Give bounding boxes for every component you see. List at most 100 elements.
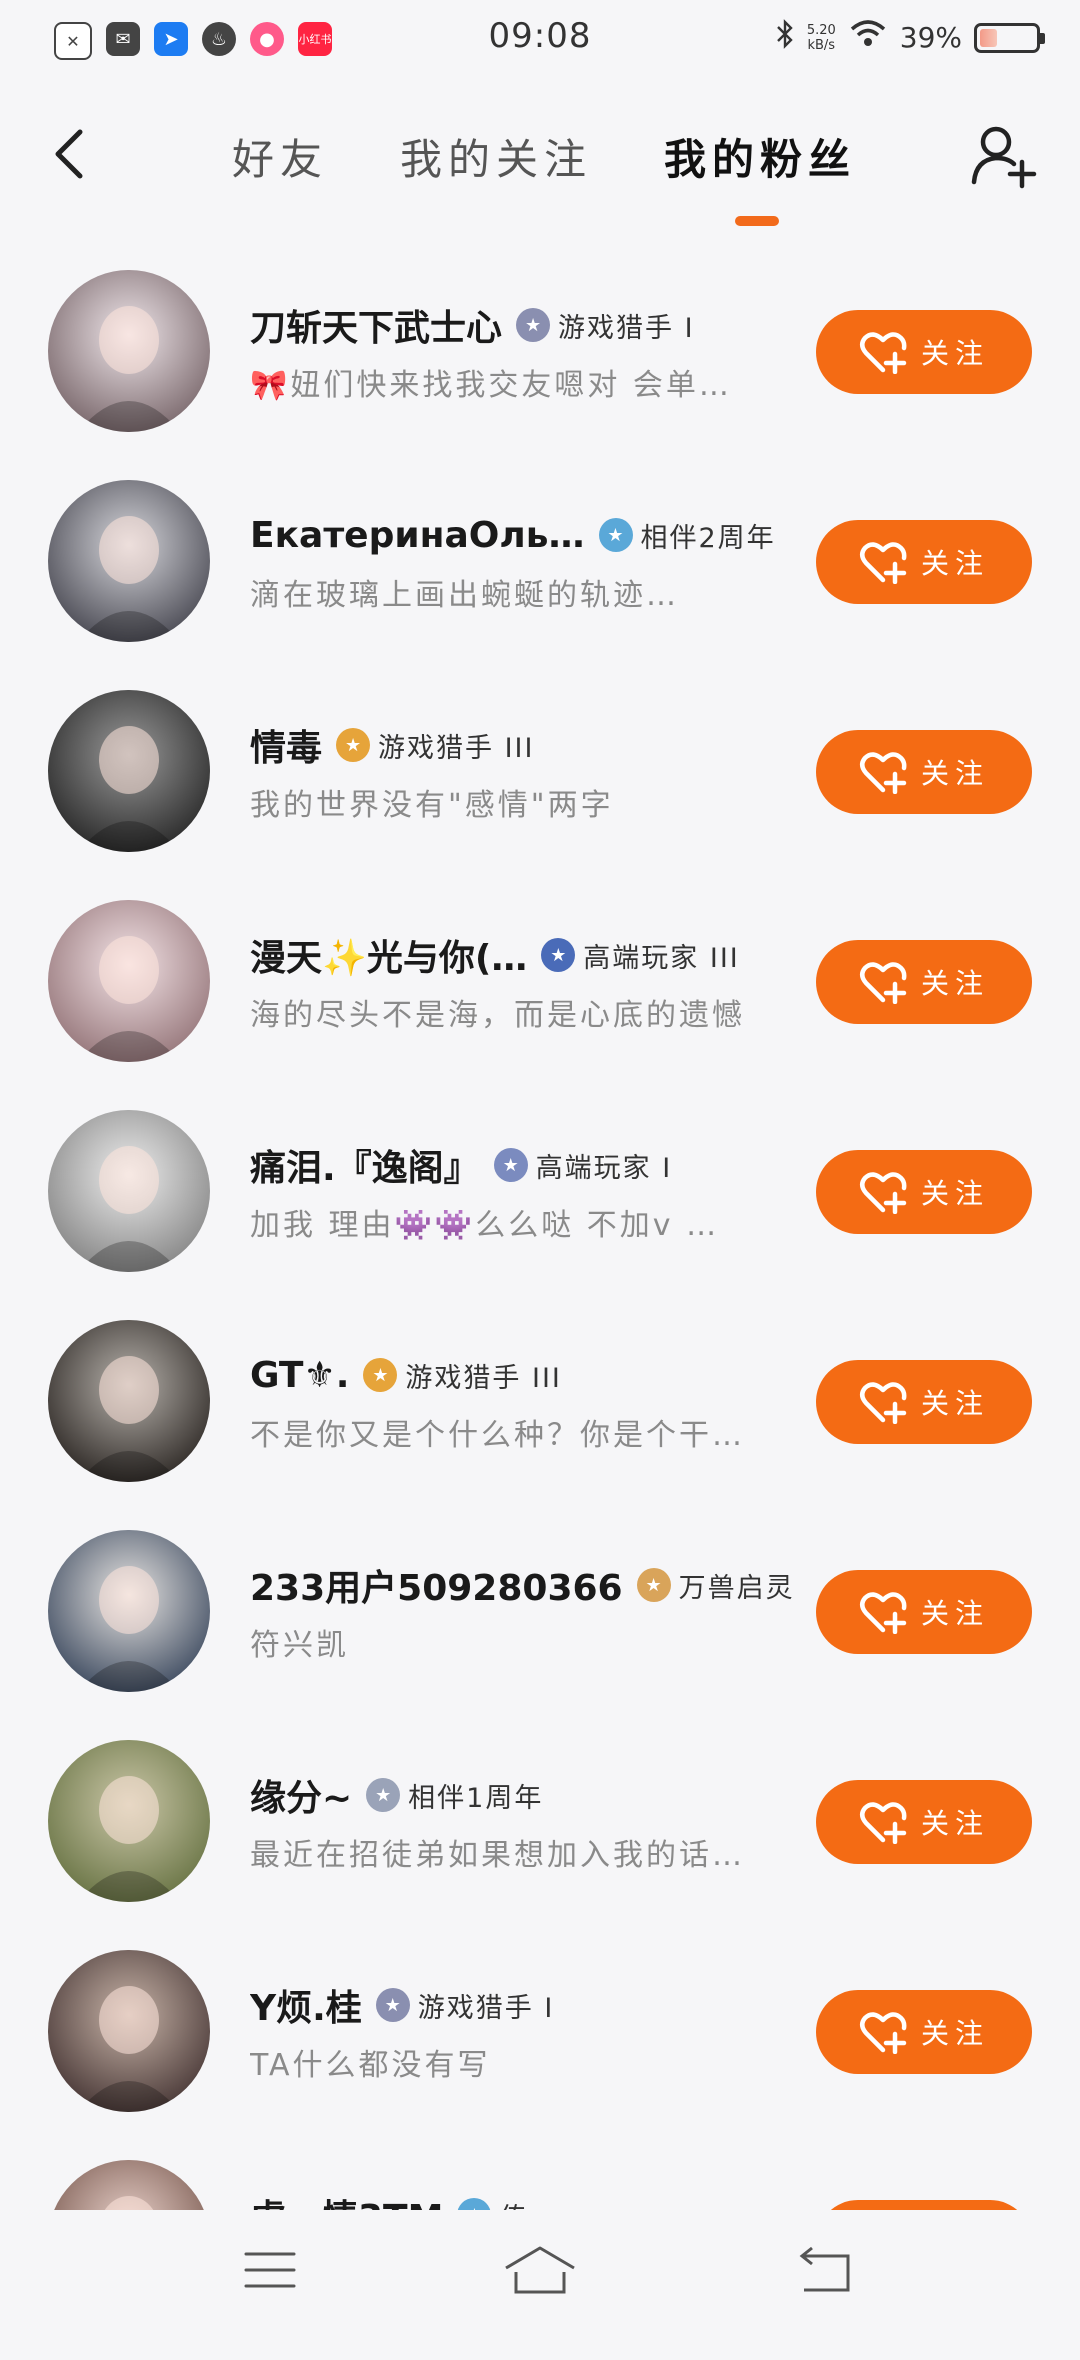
follow-button[interactable]: 关注 [816, 730, 1032, 814]
avatar[interactable] [48, 690, 210, 852]
badge-label: 游戏猎手 III [405, 1362, 562, 1394]
fan-name-line: GT⚜. ★ 游戏猎手 III [250, 1350, 810, 1400]
follow-button[interactable]: 关注 [816, 1990, 1032, 2074]
follow-label: 关注 [920, 1177, 989, 1210]
heart-plus-icon [859, 752, 907, 794]
fan-bio: 我的世界没有"感情"两字 [250, 788, 614, 823]
battery-percent: 39% [899, 21, 962, 54]
fan-bio: 符兴凯 [250, 1628, 349, 1663]
fan-name-line: 情毒 ★ 游戏猎手 III [250, 720, 810, 770]
wifi-icon [848, 19, 888, 56]
follow-button[interactable]: 关注 [816, 1570, 1032, 1654]
fan-row[interactable]: 漫天✨光与你(… ★ 高端玩家 III 海的尽头不是海，而是心底的遗憾 关注 [0, 890, 1080, 1100]
tab-following[interactable]: 我的关注 [400, 126, 592, 187]
fan-row[interactable]: 痛泪.『逸阁』 ★ 高端玩家 I 加我 理由👾👾么么哒 不加v … 关注 [0, 1100, 1080, 1310]
follow-button[interactable]: 关注 [816, 1150, 1032, 1234]
fan-row[interactable]: 缘分~ ★ 相伴1周年 最近在招徒弟如果想加入我的话… 关注 [0, 1730, 1080, 1940]
follow-button[interactable]: 关注 [816, 520, 1032, 604]
network-speed-value: 5.20 [806, 22, 836, 38]
active-tab-indicator [735, 216, 779, 226]
fan-name-line: 漫天✨光与你(… ★ 高端玩家 III [250, 930, 810, 980]
fan-name[interactable]: 痛泪.『逸阁』 [250, 1140, 480, 1190]
badge-icon: ★ [363, 1358, 398, 1392]
fan-row[interactable]: GT⚜. ★ 游戏猎手 III 不是你又是个什么种？你是个干… 关注 [0, 1310, 1080, 1520]
fan-name[interactable]: GT⚜. [250, 1355, 349, 1396]
back-arrow-icon [55, 129, 83, 179]
follow-label: 关注 [920, 1387, 989, 1420]
follow-button[interactable]: 关注 [816, 1780, 1032, 1864]
add-friend-button[interactable] [968, 120, 1038, 190]
fan-name[interactable]: 缘分~ [250, 1770, 352, 1820]
badge-label: 万兽启灵 [678, 1572, 795, 1604]
follow-button[interactable]: 关注 [816, 310, 1032, 394]
badge-label: 相伴2周年 [640, 522, 776, 554]
follow-label: 关注 [920, 757, 989, 790]
tab-friends[interactable]: 好友 [232, 126, 328, 187]
battery-icon [974, 22, 1045, 53]
heart-plus-icon [859, 1382, 907, 1424]
tab-fans[interactable]: 我的粉丝 [664, 126, 856, 187]
fan-name[interactable]: 刀斩天下武士心 [250, 300, 502, 350]
avatar[interactable] [48, 1950, 210, 2112]
fan-bio: 🎀妞们快来找我交友嗯对 会单… [250, 368, 732, 403]
network-speed-unit: kB/s [807, 37, 836, 53]
badge-label: 游戏猎手 I [417, 1992, 555, 2024]
fan-bio: 海的尽头不是海，而是心底的遗憾 [250, 998, 745, 1033]
follow-label: 关注 [920, 547, 989, 580]
heart-plus-icon [859, 1802, 907, 1844]
follow-label: 关注 [920, 1807, 989, 1840]
follow-label: 关注 [920, 337, 989, 370]
fan-row[interactable]: ЕкатеринаОль… ★ 相伴2周年 滴在玻璃上画出蜿蜒的轨迹… 关注 [0, 470, 1080, 680]
fan-name-line: 233用户509280366 ★ 万兽启灵 [250, 1560, 810, 1610]
follow-button[interactable]: 关注 [816, 1360, 1032, 1444]
menu-nav-button[interactable] [240, 2240, 320, 2310]
fan-name-line: ЕкатеринаОль… ★ 相伴2周年 [250, 510, 810, 560]
network-speed: 5.20 kB/s [807, 23, 836, 53]
avatar[interactable] [48, 480, 210, 642]
home-nav-button[interactable] [500, 2240, 580, 2310]
fan-name[interactable]: ЕкатеринаОль… [250, 515, 585, 556]
fan-row[interactable]: Y烦.桂 ★ 游戏猎手 I TA什么都没有写 关注 [0, 1940, 1080, 2150]
header: 好友 我的关注 我的粉丝 [0, 100, 1080, 230]
back-button[interactable] [40, 124, 100, 184]
back-nav-icon [799, 2246, 850, 2292]
fan-bio: TA什么都没有写 [250, 2048, 491, 2083]
home-icon [505, 2246, 575, 2294]
menu-icon [244, 2252, 296, 2288]
fan-bio: 滴在玻璃上画出蜿蜒的轨迹… [250, 578, 679, 613]
avatar[interactable] [48, 1530, 210, 1692]
fan-name-line: 刀斩天下武士心 ★ 游戏猎手 I [250, 300, 810, 350]
avatar[interactable] [48, 1110, 210, 1272]
badge-icon: ★ [493, 1148, 528, 1182]
heart-plus-icon [859, 962, 907, 1004]
fan-name[interactable]: 233用户509280366 [250, 1560, 623, 1610]
fan-row[interactable]: 情毒 ★ 游戏猎手 III 我的世界没有"感情"两字 关注 [0, 680, 1080, 890]
avatar[interactable] [48, 1740, 210, 1902]
fan-name[interactable]: 漫天✨光与你(… [250, 930, 527, 980]
badge-icon: ★ [541, 938, 576, 972]
system-navigation-bar [0, 2210, 1080, 2340]
follow-label: 关注 [920, 1597, 989, 1630]
tab-bar: 好友 我的关注 我的粉丝 [200, 126, 900, 196]
fan-row[interactable]: 刀斩天下武士心 ★ 游戏猎手 I 🎀妞们快来找我交友嗯对 会单… 关注 [0, 260, 1080, 470]
badge-icon: ★ [636, 1568, 671, 1602]
fan-name-line: 缘分~ ★ 相伴1周年 [250, 1770, 810, 1820]
badge-label: 游戏猎手 III [378, 732, 535, 764]
heart-plus-icon [859, 1592, 907, 1634]
avatar[interactable] [48, 1320, 210, 1482]
heart-plus-icon [859, 542, 907, 584]
bluetooth-icon [775, 18, 795, 57]
fan-row[interactable]: 233用户509280366 ★ 万兽启灵 符兴凯 关注 [0, 1520, 1080, 1730]
fan-name[interactable]: 情毒 [250, 720, 322, 770]
badge-label: 高端玩家 III [583, 942, 740, 974]
fan-bio: 不是你又是个什么种？你是个干… [250, 1418, 745, 1453]
status-indicators: 5.20 kB/s 39% [775, 18, 1045, 57]
follow-button[interactable]: 关注 [816, 940, 1032, 1024]
badge-label: 高端玩家 I [535, 1152, 673, 1184]
heart-plus-icon [859, 332, 907, 374]
avatar[interactable] [48, 270, 210, 432]
follow-label: 关注 [920, 967, 989, 1000]
back-nav-button[interactable] [790, 2240, 870, 2310]
avatar[interactable] [48, 900, 210, 1062]
fan-name[interactable]: Y烦.桂 [250, 1980, 362, 2030]
